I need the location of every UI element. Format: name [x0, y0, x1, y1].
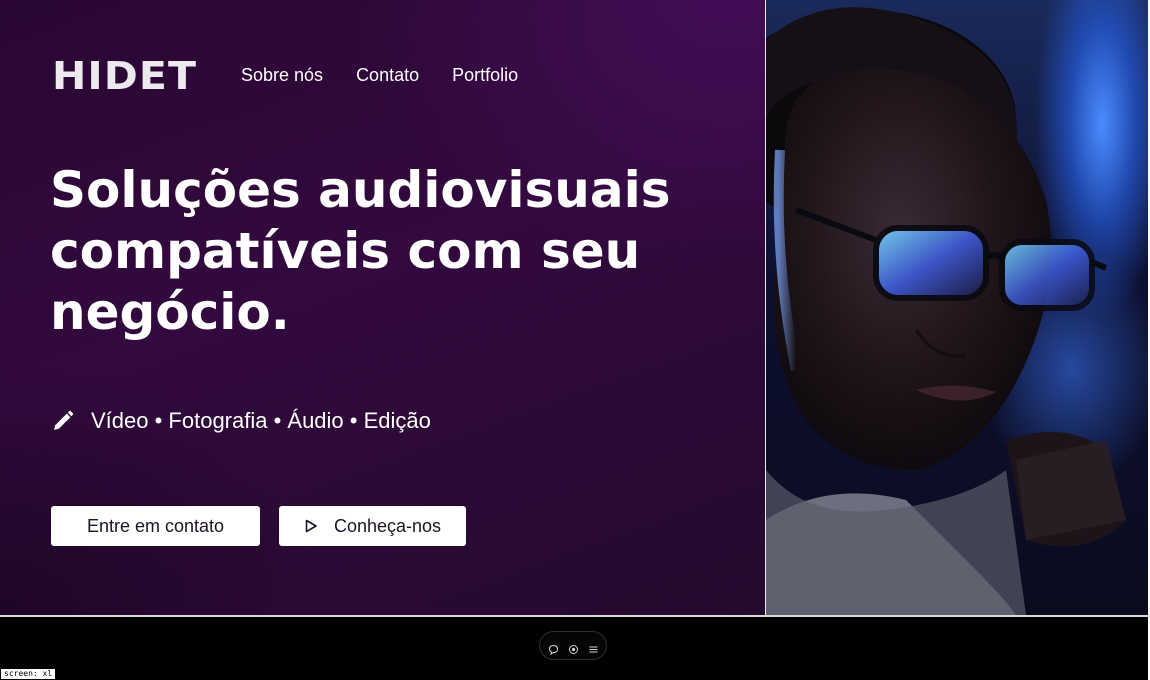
main-nav: Sobre nós Contato Portfolio	[241, 64, 518, 86]
photo-illustration	[766, 7, 1126, 615]
headline-line: negócio.	[50, 283, 290, 341]
comment-icon[interactable]	[548, 640, 559, 656]
services-line: Vídeo • Fotografia • Áudio • Edição	[51, 407, 431, 435]
hero-headline: Soluções audiovisuais compatíveis com se…	[50, 160, 690, 343]
know-us-button[interactable]: Conheça-nos	[279, 506, 466, 546]
floating-toolbar	[539, 631, 607, 660]
headline-line: Soluções audiovisuais	[50, 161, 671, 219]
contact-button-label: Entre em contato	[86, 515, 225, 536]
hero-section: HIDET Sobre nós Contato Portfolio Soluçõ…	[0, 0, 765, 615]
eye-icon[interactable]	[568, 640, 579, 654]
site-logo[interactable]: HIDET	[52, 56, 197, 96]
nav-link-contact[interactable]: Contato	[356, 64, 419, 86]
screen-size-label: screen: xl	[0, 668, 57, 680]
pencil-icon	[54, 410, 74, 430]
contact-button[interactable]: Entre em contato	[51, 506, 260, 546]
know-us-button-label: Conheça-nos	[333, 515, 442, 536]
play-icon	[305, 519, 317, 533]
nav-link-about[interactable]: Sobre nós	[241, 64, 323, 86]
services-text: Vídeo • Fotografia • Áudio • Edição	[91, 408, 431, 433]
headline-line: compatíveis com seu	[50, 222, 641, 280]
nav-link-portfolio[interactable]: Portfolio	[452, 64, 518, 86]
menu-icon[interactable]	[588, 640, 599, 653]
hero-photo	[766, 0, 1148, 615]
